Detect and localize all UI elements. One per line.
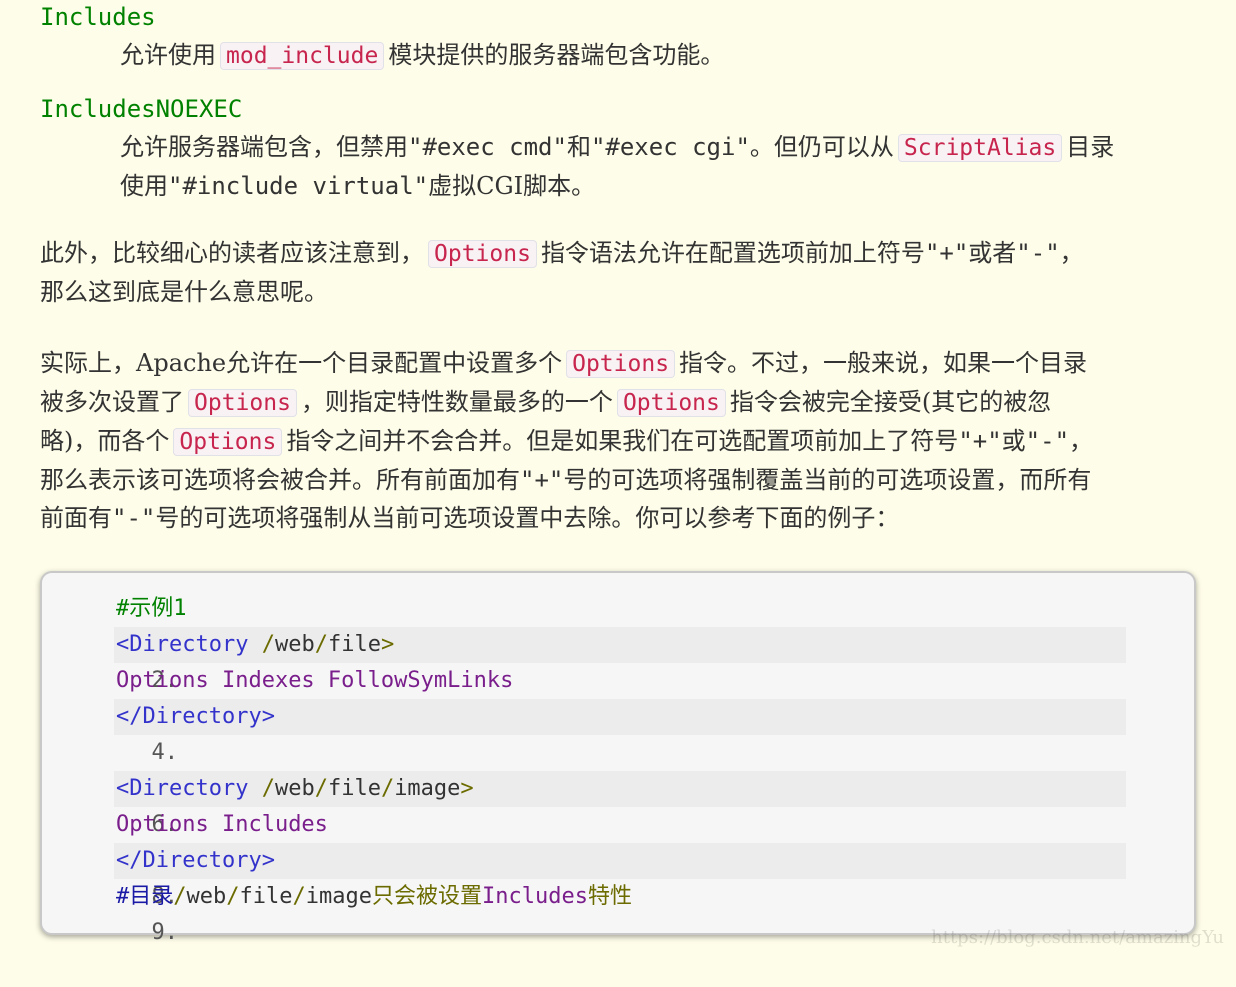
code-line: 7.Options Includes <box>72 807 328 873</box>
para-text: 或 <box>1001 427 1026 455</box>
para-text: 那么表示该可选项将会被合并。所有前面加有 <box>40 466 520 494</box>
code-slash: / <box>380 776 395 801</box>
desc-includesnoexec: 允许服务器端包含，但禁用"#exec cmd"和"#exec cgi"。但仍可以… <box>120 128 1210 205</box>
para-text: 此外，比较细心的读者应该注意到， <box>40 239 424 267</box>
watermark: https://blog.csdn.net/amazingYu <box>931 927 1224 948</box>
inline-code: Options <box>428 240 537 268</box>
para-mono: "+" <box>520 466 564 494</box>
para-text: 前面有 <box>40 504 112 532</box>
code-line: 2. <Directory /web/file> <box>72 627 1126 693</box>
code-slash: / <box>173 884 187 909</box>
desc-text: 目录 <box>1066 133 1115 161</box>
code-keyword: Options <box>116 812 209 837</box>
code-path: web <box>274 632 315 657</box>
code-text: 只会被设置 <box>371 884 482 909</box>
inline-code: mod_include <box>220 42 385 70</box>
para-text: ， <box>1069 427 1094 455</box>
code-keyword: Includes <box>208 812 328 837</box>
paragraph-options-merge: 实际上，Apache允许在一个目录配置中设置多个 Options 指令。不过，一般来… <box>40 344 1200 537</box>
code-tag-end: > <box>460 776 474 801</box>
code-block: 1.#示例1 2.<Directory /web/file> 3.Options… <box>40 571 1196 945</box>
code-path: file <box>327 776 381 801</box>
para-mono: "+" <box>924 239 969 267</box>
code-lines: 1.#示例1 2.<Directory /web/file> 3.Options… <box>72 591 1126 945</box>
para-text: 略)，而各个 <box>40 427 170 455</box>
code-keyword: Indexes <box>208 668 315 693</box>
para-text: 实际上，Apache允许在一个目录配置中设置多个 <box>40 349 563 377</box>
code-path: file <box>239 884 293 909</box>
desc-text: 和 <box>566 133 591 161</box>
desc-text: 允许使用 <box>120 41 216 69</box>
code-line: 4. </Directory> <box>72 699 1126 765</box>
inline-code: ScriptAlias <box>897 134 1063 162</box>
code-slash: / <box>261 776 275 801</box>
para-text: 指令语法允许在配置选项前加上符号 <box>540 239 925 267</box>
term-includes: Includes <box>40 3 156 31</box>
code-comment: #目录 <box>116 884 174 909</box>
code-path: web <box>274 776 315 801</box>
code-slash: / <box>226 884 240 909</box>
para-text: 或者 <box>968 239 1017 267</box>
code-tag: </Directory> <box>116 704 275 729</box>
para-mono: "-" <box>112 504 156 532</box>
code-tag: </Directory> <box>116 848 275 873</box>
inline-code: Options <box>188 389 297 417</box>
code-text: 特性 <box>587 884 632 909</box>
inline-code: Options <box>616 389 726 417</box>
code-line: 8. </Directory> <box>72 843 1126 909</box>
para-text: 指令。不过，一般来说，如果一个目录 <box>679 349 1088 377</box>
para-text: 号的可选项将强制从当前可选项设置中去除。你可以参考下面的例子： <box>155 504 900 532</box>
para-mono: "+" <box>958 427 1002 455</box>
code-line: 6. <Directory /web/file/image> <box>72 771 1126 837</box>
para-mono: "-" <box>1016 239 1060 267</box>
code-path: web <box>186 884 227 909</box>
para-mono: "-" <box>1025 427 1070 455</box>
desc-mono: "#exec cmd" <box>408 133 567 161</box>
inline-code: Options <box>566 350 676 378</box>
desc-mono: "#exec cgi" <box>590 133 750 161</box>
code-path: image <box>305 884 372 909</box>
code-keyword: Options <box>116 668 209 693</box>
desc-includes: 允许使用 mod_include 模块提供的服务器端包含功能。 <box>120 36 1210 75</box>
desc-text: 使用 <box>120 172 168 200</box>
para-text: 指令会被完全接受(其它的被忽 <box>729 388 1052 416</box>
code-path: image <box>394 776 461 801</box>
code-comment: #示例1 <box>116 596 187 621</box>
para-text: 被多次设置了 <box>40 388 184 416</box>
line-number: 9. <box>151 920 178 945</box>
desc-text: 模块提供的服务器端包含功能。 <box>388 41 725 69</box>
term-includesnoexec: IncludesNOEXEC <box>40 95 243 123</box>
code-line: 9. #目录/web/file/image只会被设置Includes特性 <box>72 879 632 945</box>
code-tag: <Directory <box>116 632 249 657</box>
code-path: file <box>327 632 381 657</box>
para-text: 号的可选项将强制覆盖当前的可选项设置，而所有 <box>563 466 1092 494</box>
para-text: ，则指定特性数量最多的一个 <box>300 388 613 416</box>
code-slash: / <box>261 632 275 657</box>
desc-mono: "#include virtual" <box>168 172 429 200</box>
paragraph-options-syntax: 此外，比较细心的读者应该注意到， Options 指令语法允许在配置选项前加上符号"… <box>40 234 1200 311</box>
code-keyword: Includes <box>481 884 588 909</box>
desc-text: 虚拟CGI脚本。 <box>428 172 596 200</box>
desc-text: 。但仍可以从 <box>749 133 894 161</box>
code-tag: <Directory <box>116 776 249 801</box>
desc-text: 允许服务器端包含，但禁用 <box>120 133 408 161</box>
code-line: 3.Options Indexes FollowSymLinks <box>72 663 513 729</box>
para-text: 指令之间并不会合并。但是如果我们在可选配置项前加上了符号 <box>286 427 959 455</box>
para-text: 那么这到底是什么意思呢。 <box>40 278 328 306</box>
code-keyword: FollowSymLinks <box>314 668 514 693</box>
para-text: ， <box>1059 239 1084 267</box>
code-line: 1.#示例1 <box>72 591 195 657</box>
inline-code: Options <box>173 428 283 456</box>
code-tag-end: > <box>380 632 395 657</box>
code-slash: / <box>292 884 306 909</box>
code-slash: / <box>314 776 328 801</box>
code-slash: / <box>314 632 328 657</box>
code-line: 5. <box>72 735 195 801</box>
